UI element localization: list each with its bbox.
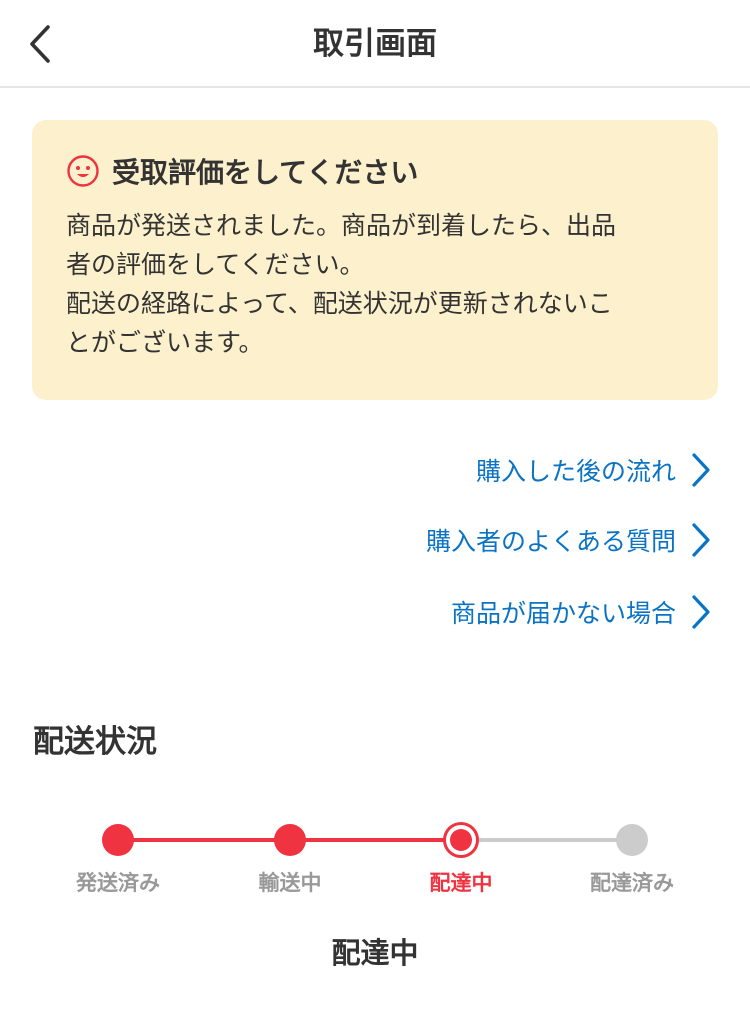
step-dot-in-transit — [274, 824, 306, 856]
notice-line: とがございます。 — [66, 328, 264, 357]
shipping-status-title: 配送状況 — [33, 724, 157, 760]
step-dot-delivered — [616, 824, 648, 856]
chevron-right-icon — [692, 453, 710, 487]
current-shipping-status: 配達中 — [331, 936, 419, 970]
shipping-progress-tracker: 発送済み 輸送中 配達中 配達済み — [0, 810, 750, 900]
link-label: 商品が届かない場合 — [450, 599, 676, 628]
smile-face-icon — [67, 155, 99, 187]
app-header: 取引画面 — [0, 0, 750, 88]
notice-line: 配送の経路によって、配送状況が更新されないこ — [66, 289, 613, 318]
chevron-right-icon — [692, 595, 710, 629]
step-label-out-for-delivery: 配達中 — [429, 871, 493, 895]
step-dot-shipped — [102, 824, 134, 856]
chevron-right-icon — [692, 523, 710, 557]
link-item-not-arrived[interactable]: 商品が届かない場合 — [451, 582, 712, 642]
track-line-done — [118, 838, 290, 842]
step-label-in-transit: 輸送中 — [258, 871, 322, 895]
notice-line: 者の評価をしてください。 — [66, 250, 365, 279]
link-buyer-faq[interactable]: 購入者のよくある質問 — [426, 510, 712, 570]
notice-body: 商品が発送されました。商品が到着したら、出品 者の評価をしてください。 配送の経… — [66, 206, 684, 362]
step-dot-out-for-delivery — [443, 822, 479, 858]
track-line-pending — [461, 838, 632, 842]
rating-notice-card: 受取評価をしてください 商品が発送されました。商品が到着したら、出品 者の評価を… — [32, 120, 718, 400]
page-title: 取引画面 — [313, 26, 437, 62]
notice-title: 受取評価をしてください — [112, 156, 419, 189]
step-label-delivered: 配達済み — [590, 871, 674, 895]
notice-header: 受取評価をしてください — [66, 154, 684, 189]
track-line-done — [290, 838, 461, 842]
step-dot-current-inner — [450, 829, 472, 851]
link-after-purchase-flow[interactable]: 購入した後の流れ — [476, 440, 712, 500]
link-label: 購入者のよくある質問 — [425, 527, 676, 556]
link-label: 購入した後の流れ — [475, 457, 676, 486]
step-label-shipped: 発送済み — [76, 871, 160, 895]
notice-line: 商品が発送されました。商品が到着したら、出品 — [66, 211, 617, 240]
